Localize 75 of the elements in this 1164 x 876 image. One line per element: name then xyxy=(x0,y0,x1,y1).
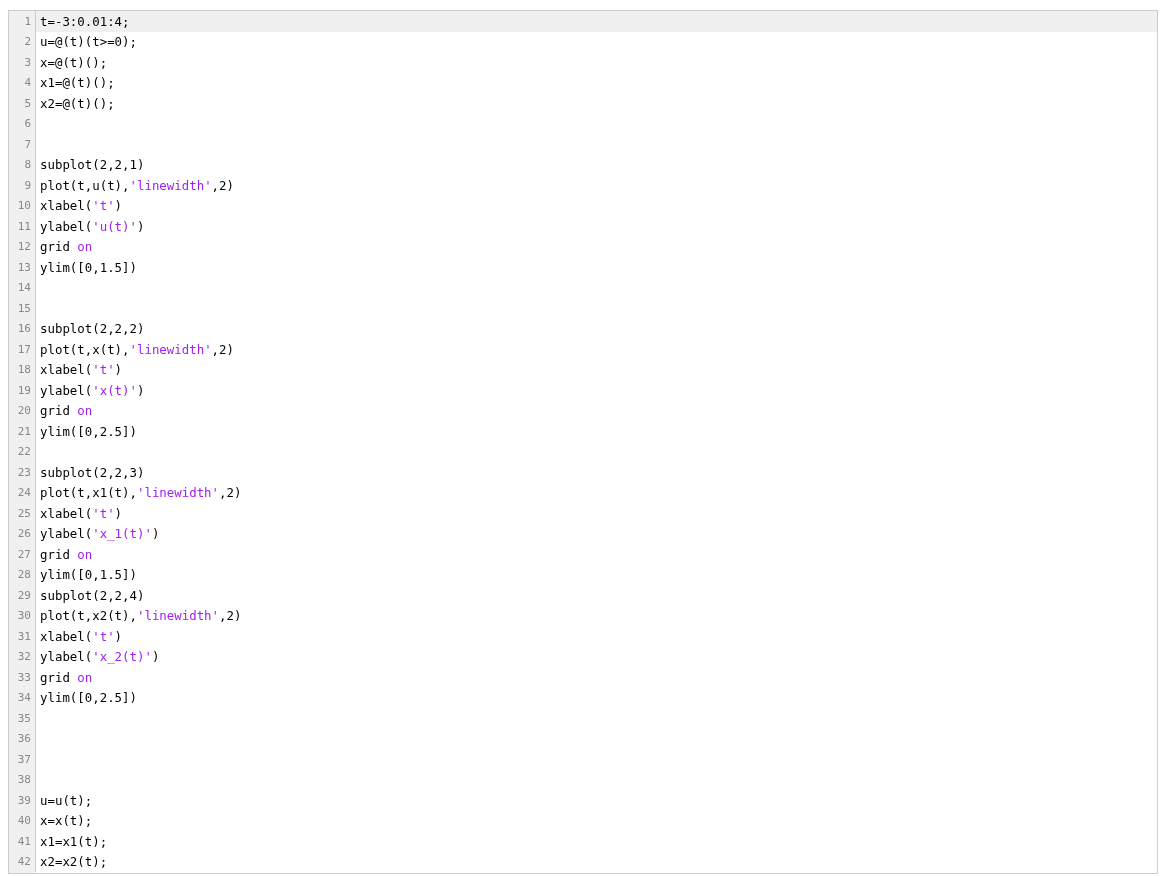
line-number: 9 xyxy=(9,175,36,196)
code-line: u=@(t)(t>=0); xyxy=(39,34,137,50)
code-line: x2=@(t)(); xyxy=(39,95,115,111)
code-line: u=u(t); xyxy=(39,792,93,808)
code-line: ylim([0,2.5]) xyxy=(39,423,137,439)
line-number: 25 xyxy=(9,503,36,524)
code-line: subplot(2,2,1) xyxy=(39,157,145,173)
line-number: 37 xyxy=(9,749,36,770)
code-editor[interactable] xyxy=(8,10,1158,874)
line-number: 21 xyxy=(9,421,36,442)
line-number: 3 xyxy=(9,52,36,73)
line-number: 22 xyxy=(9,441,36,462)
line-number: 40 xyxy=(9,810,36,831)
code-line: x2=x2(t); xyxy=(39,854,108,870)
line-number: 6 xyxy=(9,113,36,134)
line-number: 19 xyxy=(9,380,36,401)
line-number: 5 xyxy=(9,93,36,114)
line-number: 29 xyxy=(9,585,36,606)
code-line: x1=@(t)(); xyxy=(39,75,115,91)
line-number: 23 xyxy=(9,462,36,483)
code-line: ylabel('x(t)') xyxy=(39,382,145,398)
line-number: 4 xyxy=(9,72,36,93)
line-number: 18 xyxy=(9,359,36,380)
code-line: xlabel('t') xyxy=(39,198,123,214)
code-line: ylim([0,1.5]) xyxy=(39,259,137,275)
line-number: 33 xyxy=(9,667,36,688)
line-number: 35 xyxy=(9,708,36,729)
code-line: plot(t,x(t),'linewidth',2) xyxy=(39,341,234,357)
line-number: 27 xyxy=(9,544,36,565)
code-line: plot(t,x1(t),'linewidth',2) xyxy=(39,485,242,501)
line-number: 36 xyxy=(9,728,36,749)
code-line: xlabel('t') xyxy=(39,362,123,378)
code-line: x1=x1(t); xyxy=(39,833,108,849)
line-number: 24 xyxy=(9,482,36,503)
code-line: x=x(t); xyxy=(39,813,93,829)
line-number: 38 xyxy=(9,769,36,790)
line-number: 30 xyxy=(9,605,36,626)
line-number: 2 xyxy=(9,31,36,52)
code-line: xlabel('t') xyxy=(39,505,123,521)
code-line: ylim([0,1.5]) xyxy=(39,567,137,583)
code-line: x=@(t)(); xyxy=(39,54,108,70)
line-number: 14 xyxy=(9,277,36,298)
line-number: 28 xyxy=(9,564,36,585)
line-number: 16 xyxy=(9,318,36,339)
line-number: 32 xyxy=(9,646,36,667)
line-number: 31 xyxy=(9,626,36,647)
code-line: grid on xyxy=(39,403,93,419)
line-number: 7 xyxy=(9,134,36,155)
line-number: 8 xyxy=(9,154,36,175)
code-line: plot(t,x2(t),'linewidth',2) xyxy=(39,608,242,624)
line-number: 42 xyxy=(9,851,36,872)
line-number: 20 xyxy=(9,400,36,421)
line-number: 39 xyxy=(9,790,36,811)
line-number: 26 xyxy=(9,523,36,544)
code-line: grid on xyxy=(39,239,93,255)
line-number: 13 xyxy=(9,257,36,278)
code-line: grid on xyxy=(39,546,93,562)
code-line: xlabel('t') xyxy=(39,628,123,644)
line-number: 12 xyxy=(9,236,36,257)
code-line: ylabel('u(t)') xyxy=(39,218,145,234)
line-number: 41 xyxy=(9,831,36,852)
code-line: plot(t,u(t),'linewidth',2) xyxy=(39,177,234,193)
code-line: grid on xyxy=(39,669,93,685)
line-number: 17 xyxy=(9,339,36,360)
code-line: subplot(2,2,4) xyxy=(39,587,145,603)
line-number: 34 xyxy=(9,687,36,708)
line-number: 10 xyxy=(9,195,36,216)
code-line: ylim([0,2.5]) xyxy=(39,690,137,706)
code-line: subplot(2,2,3) xyxy=(39,464,145,480)
line-number: 15 xyxy=(9,298,36,319)
code-line: ylabel('x_1(t)') xyxy=(39,526,160,542)
code-line: ylabel('x_2(t)') xyxy=(39,649,160,665)
code-line: subplot(2,2,2) xyxy=(39,321,145,337)
code-line: t=-3:0.01:4; xyxy=(39,13,130,29)
line-number: 11 xyxy=(9,216,36,237)
